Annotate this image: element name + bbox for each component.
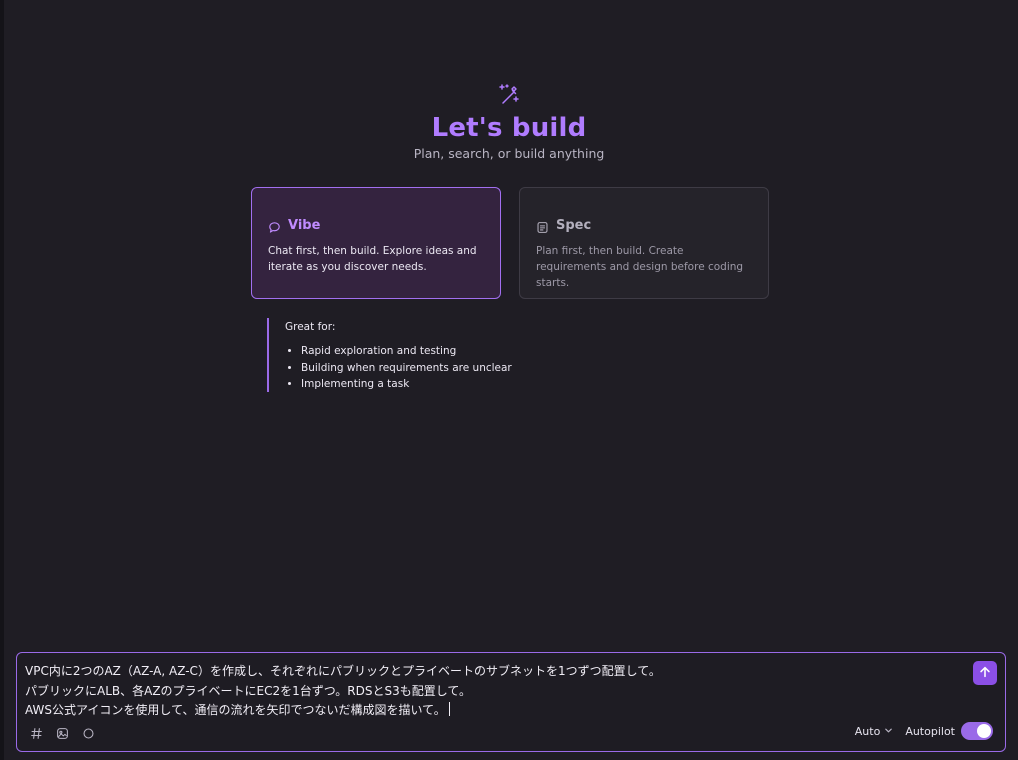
- toggle-knob: [977, 724, 991, 738]
- great-for-panel: Great for: Rapid exploration and testing…: [267, 318, 545, 392]
- prompt-line: VPC内に2つのAZ（AZ-A, AZ-C）を作成し、それぞれにパブリックとプラ…: [25, 664, 661, 678]
- magic-wand-icon: [497, 82, 521, 106]
- prompt-line: パブリックにALB、各AZのプライベートにEC2を1台ずつ。RDSとS3も配置し…: [25, 683, 472, 698]
- autopilot-toggle[interactable]: [961, 722, 993, 740]
- model-select[interactable]: Auto: [855, 725, 894, 738]
- model-select-value: Auto: [854, 724, 881, 738]
- list-item: Implementing a task: [301, 376, 545, 393]
- document-icon: [536, 219, 549, 233]
- spec-card-header: Spec: [536, 216, 752, 234]
- vibe-card-title: Vibe: [288, 217, 321, 233]
- chat-page: Let's build Plan, search, or build anyth…: [0, 0, 1018, 760]
- arrow-up-icon: [978, 664, 992, 683]
- composer-tools: [29, 726, 95, 740]
- vibe-card-description: Chat first, then build. Explore ideas an…: [268, 245, 477, 273]
- page-title: Let's build: [431, 113, 587, 143]
- image-icon[interactable]: [55, 726, 69, 740]
- composer-right-controls: Auto Autopilot: [855, 722, 993, 740]
- spec-card-description: Plan first, then build. Create requireme…: [536, 245, 744, 289]
- chat-bubble-icon: [268, 219, 281, 233]
- hash-icon[interactable]: [29, 726, 43, 740]
- vibe-card-header: Vibe: [268, 216, 484, 234]
- list-item: Building when requirements are unclear: [301, 360, 545, 377]
- autopilot-label: Autopilot: [905, 724, 955, 738]
- circle-icon[interactable]: [81, 726, 95, 740]
- chat-composer[interactable]: VPC内に2つのAZ（AZ-A, AZ-C）を作成し、それぞれにパブリックとプラ…: [16, 652, 1006, 752]
- page-subtitle: Plan, search, or build anything: [413, 146, 605, 161]
- send-button[interactable]: [973, 661, 997, 685]
- vibe-mode-card[interactable]: Vibe Chat first, then build. Explore ide…: [251, 187, 501, 299]
- text-caret: [448, 702, 450, 716]
- great-for-list: Rapid exploration and testing Building w…: [285, 343, 545, 393]
- spec-card-title: Spec: [556, 217, 592, 233]
- great-for-title: Great for:: [285, 321, 336, 333]
- hero-section: Let's build Plan, search, or build anyth…: [0, 82, 1018, 162]
- spec-mode-card[interactable]: Spec Plan first, then build. Create requ…: [519, 187, 769, 299]
- prompt-line: AWS公式アイコンを使用して、通信の流れを矢印でつないだ構成図を描いて。: [25, 703, 446, 717]
- chevron-down-icon: [884, 725, 893, 738]
- prompt-input[interactable]: VPC内に2つのAZ（AZ-A, AZ-C）を作成し、それぞれにパブリックとプラ…: [25, 662, 965, 721]
- list-item: Rapid exploration and testing: [301, 343, 545, 360]
